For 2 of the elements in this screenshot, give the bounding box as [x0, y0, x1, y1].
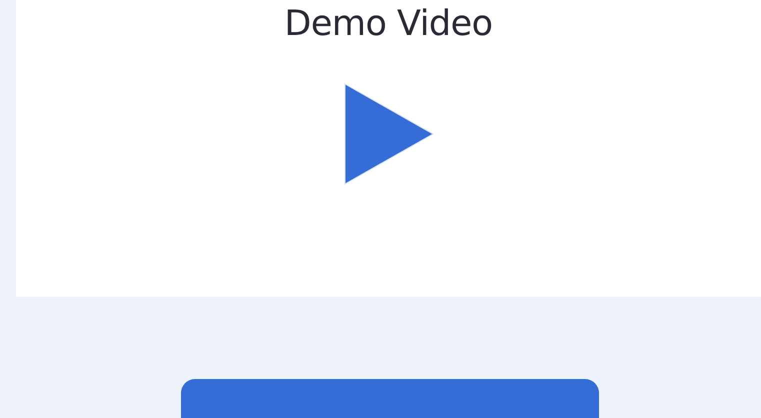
play-icon[interactable] [344, 83, 434, 185]
video-title: Demo Video [284, 4, 493, 44]
